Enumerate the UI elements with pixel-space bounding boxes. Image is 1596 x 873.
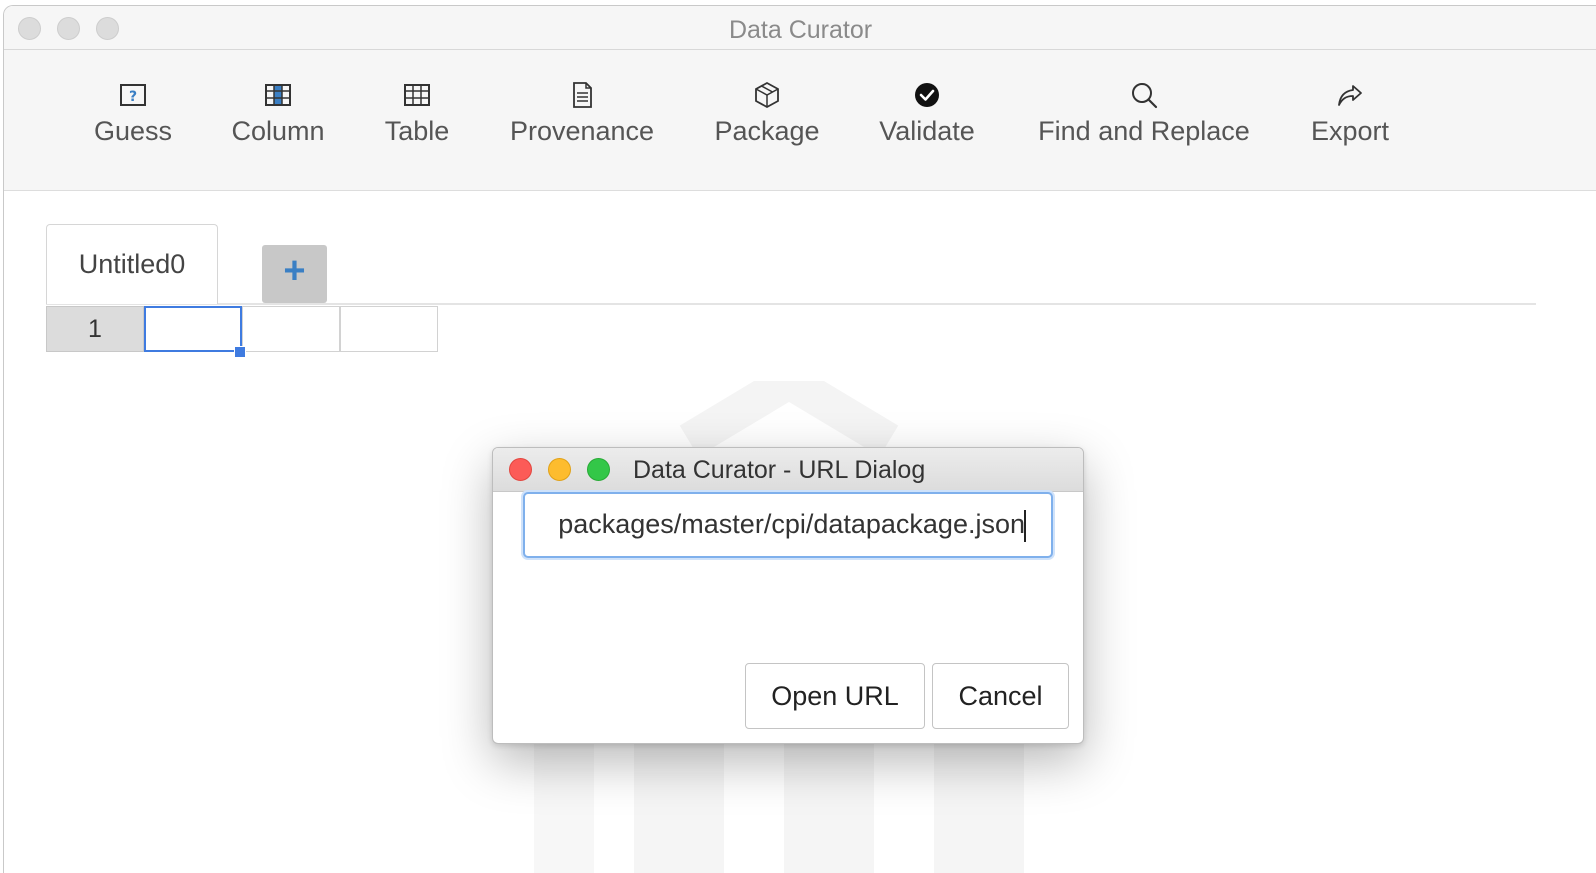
search-icon: [1034, 80, 1254, 114]
toolbar-find-replace-button[interactable]: Find and Replace: [1034, 80, 1254, 147]
dialog-title: Data Curator - URL Dialog: [633, 456, 926, 484]
fill-handle[interactable]: [234, 346, 246, 358]
toolbar-package-label: Package: [714, 116, 820, 146]
toolbar-package-button[interactable]: Package: [711, 80, 823, 147]
row-header[interactable]: 1: [46, 306, 144, 352]
tab-untitled0[interactable]: Untitled0: [46, 224, 218, 304]
toolbar-column-button[interactable]: Column: [226, 80, 330, 147]
text-caret: [1024, 510, 1026, 542]
title-bar: Data Curator: [4, 6, 1596, 50]
export-icon: [1307, 80, 1393, 114]
svg-text:?: ?: [129, 89, 137, 105]
toolbar-table-label: Table: [384, 116, 450, 146]
toolbar-provenance-label: Provenance: [509, 116, 655, 146]
package-icon: [711, 80, 823, 114]
guess-icon: ?: [88, 80, 178, 114]
dialog-zoom-button[interactable]: [587, 458, 610, 481]
provenance-icon: [507, 80, 657, 114]
url-input-value: packages/master/cpi/datapackage.json: [558, 509, 1025, 539]
toolbar-validate-button[interactable]: Validate: [876, 80, 978, 147]
tab-label: Untitled0: [78, 249, 186, 279]
table-icon: [379, 80, 455, 114]
toolbar-guess-label: Guess: [93, 116, 173, 146]
dialog-minimize-button[interactable]: [548, 458, 571, 481]
toolbar-find-replace-label: Find and Replace: [1038, 116, 1250, 146]
plus-icon: +: [283, 250, 306, 292]
dialog-title-bar: Data Curator - URL Dialog: [493, 448, 1083, 492]
toolbar-export-button[interactable]: Export: [1307, 80, 1393, 147]
grid-cell[interactable]: [340, 306, 438, 352]
toolbar-provenance-button[interactable]: Provenance: [507, 80, 657, 147]
url-input[interactable]: packages/master/cpi/datapackage.json: [523, 492, 1053, 558]
tabs-divider: [46, 303, 1536, 305]
dialog-close-button[interactable]: [509, 458, 532, 481]
cancel-button[interactable]: Cancel: [932, 663, 1069, 729]
validate-icon: [876, 80, 978, 114]
grid-cell[interactable]: [242, 306, 340, 352]
add-tab-button[interactable]: +: [262, 245, 327, 303]
toolbar-table-button[interactable]: Table: [379, 80, 455, 147]
toolbar-export-label: Export: [1310, 116, 1390, 146]
toolbar: ? Guess Column Table Provenance Package …: [4, 50, 1596, 191]
window-title: Data Curator: [728, 16, 873, 44]
grid-cell-selected[interactable]: [144, 306, 242, 352]
toolbar-validate-label: Validate: [879, 116, 975, 146]
url-dialog: Data Curator - URL Dialog packages/maste…: [492, 447, 1084, 744]
open-url-button[interactable]: Open URL: [745, 663, 925, 729]
toolbar-column-label: Column: [231, 116, 325, 146]
column-icon: [226, 80, 330, 114]
toolbar-guess-button[interactable]: ? Guess: [88, 80, 178, 147]
